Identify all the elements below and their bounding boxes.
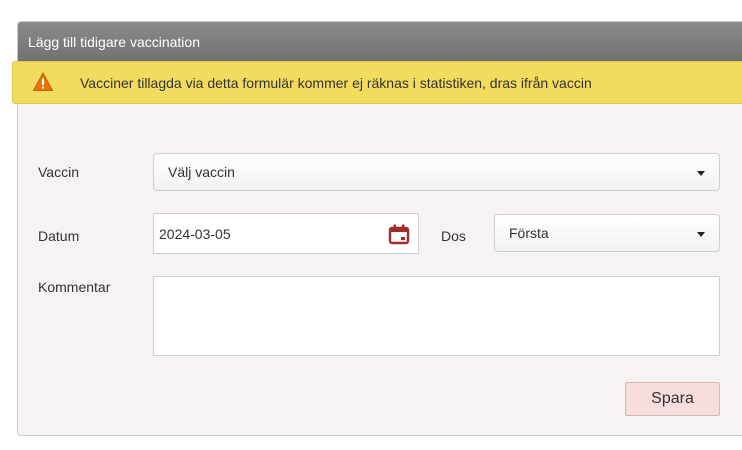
save-button[interactable]: Spara	[625, 382, 720, 416]
vaccin-select-value: Välj vaccin	[168, 164, 235, 180]
chevron-down-icon	[697, 232, 705, 237]
datum-input-value: 2024-03-05	[159, 226, 231, 242]
datum-label: Datum	[38, 228, 80, 244]
kommentar-textarea[interactable]	[153, 276, 720, 356]
vaccin-label: Vaccin	[38, 164, 79, 180]
dos-label: Dos	[441, 228, 466, 244]
calendar-icon[interactable]	[388, 223, 410, 245]
page: Lägg till tidigare vaccination Vacciner …	[0, 0, 742, 450]
warning-text: Vacciner tillagda via detta formulär kom…	[80, 75, 592, 91]
kommentar-label: Kommentar	[38, 279, 111, 295]
warning-alert: Vacciner tillagda via detta formulär kom…	[12, 61, 742, 104]
vaccin-select[interactable]: Välj vaccin	[153, 153, 720, 191]
datum-input[interactable]: 2024-03-05	[153, 213, 419, 254]
panel-title: Lägg till tidigare vaccination	[28, 34, 200, 50]
warning-triangle-icon	[33, 72, 53, 91]
chevron-down-icon	[697, 171, 705, 176]
dos-select[interactable]: Första	[494, 214, 720, 252]
panel-header: Lägg till tidigare vaccination	[18, 22, 742, 62]
dos-select-value: Första	[509, 225, 549, 241]
